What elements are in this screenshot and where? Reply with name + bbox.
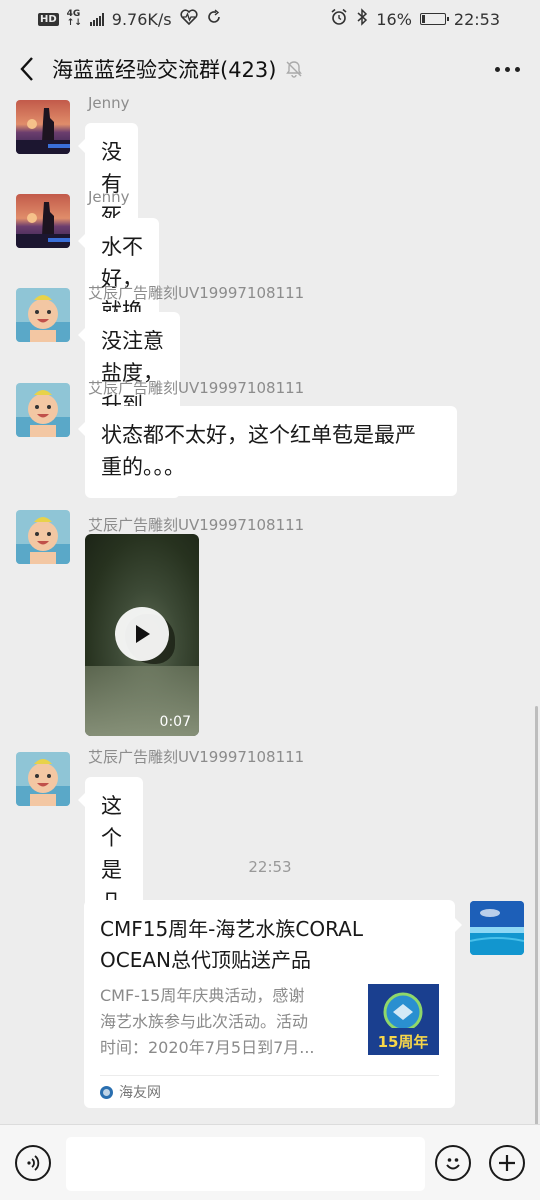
heart-icon bbox=[180, 9, 198, 29]
sender-name: 艾辰广告雕刻UV19997108111 bbox=[88, 748, 305, 766]
video-duration: 0:07 bbox=[159, 714, 191, 730]
link-card-title-line2: OCEAN总代顶贴送产品 bbox=[100, 948, 311, 972]
mute-icon bbox=[284, 59, 304, 79]
message-text-line2: 重的。。。 bbox=[101, 455, 185, 479]
voice-button[interactable] bbox=[15, 1145, 51, 1181]
link-card-desc-line2: 海艺水族参与此次活动。活动 bbox=[100, 1012, 309, 1031]
link-card[interactable]: CMF15周年-海艺水族CORAL OCEAN总代顶贴送产品 CMF-15周年庆… bbox=[84, 900, 462, 1108]
avatar-jenny[interactable] bbox=[16, 194, 70, 248]
avatar-baby[interactable] bbox=[16, 510, 70, 564]
source-logo-icon bbox=[100, 1085, 113, 1099]
message-input[interactable] bbox=[66, 1137, 425, 1191]
loop-icon bbox=[206, 9, 222, 29]
back-button[interactable] bbox=[2, 38, 52, 100]
link-card-description: CMF-15周年庆典活动，感谢 海艺水族参与此次活动。活动 时间：2020年7月… bbox=[100, 983, 355, 1061]
chat-title: 海蓝蓝经验交流群(423) bbox=[52, 58, 277, 82]
battery-icon bbox=[419, 13, 449, 25]
alarm-icon bbox=[330, 8, 348, 30]
battery-percent: 16% bbox=[376, 9, 412, 29]
play-icon[interactable] bbox=[132, 623, 152, 645]
status-left: HD 4G ↑↓ 9.76K/s bbox=[38, 9, 222, 29]
play-button[interactable] bbox=[115, 607, 169, 661]
avatar-baby[interactable] bbox=[16, 288, 70, 342]
link-card-source: 海友网 bbox=[119, 1085, 161, 1101]
more-icon[interactable] bbox=[495, 66, 500, 72]
status-right: 16% 22:53 bbox=[330, 8, 500, 30]
more-functions-button[interactable] bbox=[489, 1145, 525, 1181]
link-card-thumb-text: 15周年 bbox=[378, 1033, 429, 1051]
link-card-desc-line3: 时间：2020年7月5日到7月... bbox=[100, 1038, 315, 1057]
message-text-line1: 状态都不太好，这个红单苞是最严 bbox=[101, 423, 416, 447]
sender-name: 艾辰广告雕刻UV19997108111 bbox=[88, 516, 305, 534]
link-card-footer: 海友网 bbox=[100, 1075, 439, 1102]
avatar-jenny[interactable] bbox=[16, 100, 70, 154]
input-bar bbox=[0, 1124, 540, 1200]
bluetooth-icon bbox=[356, 8, 368, 30]
battery-fill bbox=[421, 15, 425, 23]
video-message[interactable]: 0:07 bbox=[85, 534, 199, 736]
link-card-title-line1: CMF15周年-海艺水族CORAL bbox=[100, 917, 364, 941]
status-bar: HD 4G ↑↓ 9.76K/s 16% 22:53 bbox=[0, 0, 540, 38]
back-icon[interactable] bbox=[19, 56, 35, 82]
message-bubble[interactable]: 状态都不太好，这个红单苞是最严 重的。。。 bbox=[78, 406, 457, 496]
link-card-desc-line1: CMF-15周年庆典活动，感谢 bbox=[100, 986, 305, 1005]
emoji-button[interactable] bbox=[435, 1145, 471, 1181]
avatar-baby[interactable] bbox=[16, 383, 70, 437]
title-bar: 海蓝蓝经验交流群(423) bbox=[0, 38, 540, 100]
avatar-baby[interactable] bbox=[16, 752, 70, 806]
voice-icon[interactable] bbox=[23, 1153, 43, 1173]
sender-name: 艾辰广告雕刻UV19997108111 bbox=[88, 379, 305, 397]
sender-name: 艾辰广告雕刻UV19997108111 bbox=[88, 284, 305, 302]
more-button[interactable] bbox=[495, 58, 520, 80]
time-separator: 22:53 bbox=[248, 858, 292, 876]
link-card-title: CMF15周年-海艺水族CORAL OCEAN总代顶贴送产品 bbox=[100, 914, 440, 976]
clock: 22:53 bbox=[453, 9, 500, 29]
signal-icon bbox=[89, 12, 104, 26]
chat-scrollbar[interactable] bbox=[535, 706, 538, 1126]
sender-name: Jenny bbox=[88, 94, 130, 112]
emoji-icon[interactable] bbox=[441, 1151, 465, 1175]
network-speed: 9.76K/s bbox=[111, 9, 172, 29]
hd-badge: HD bbox=[38, 12, 59, 26]
link-card-thumbnail: 15周年 bbox=[368, 984, 439, 1055]
sender-name: Jenny bbox=[88, 188, 130, 206]
plus-icon[interactable] bbox=[496, 1152, 518, 1174]
network-type-bottom: ↑↓ bbox=[66, 18, 82, 28]
network-type: 4G ↑↓ bbox=[67, 10, 82, 28]
avatar-self[interactable] bbox=[470, 901, 524, 955]
